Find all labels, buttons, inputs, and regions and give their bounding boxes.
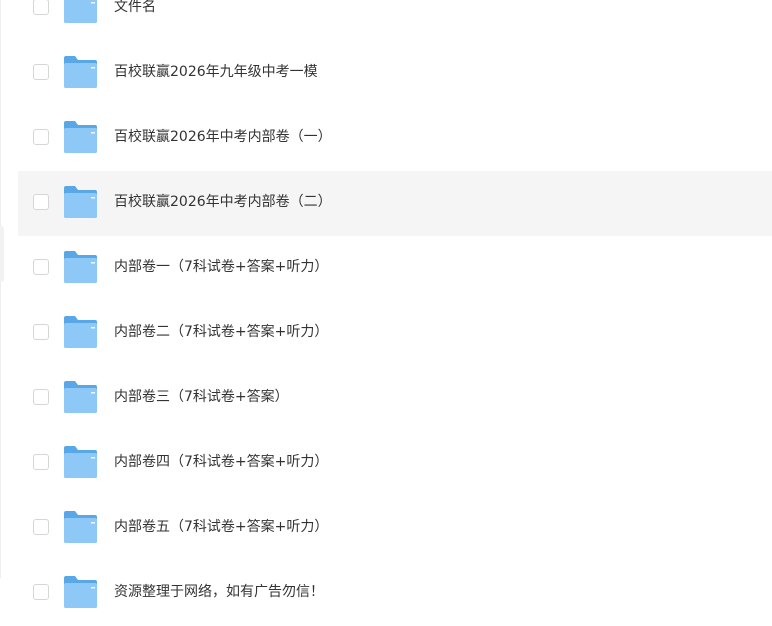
- folder-icon: [62, 445, 99, 479]
- file-row[interactable]: 内部卷四（7科试卷+答案+听力）: [18, 431, 772, 496]
- file-row[interactable]: 内部卷三（7科试卷+答案）: [18, 366, 772, 431]
- file-name[interactable]: 内部卷五（7科试卷+答案+听力）: [114, 516, 328, 538]
- row-checkbox[interactable]: [33, 129, 49, 145]
- file-name[interactable]: 百校联赢2026年中考内部卷（二）: [114, 191, 332, 213]
- file-row[interactable]: 百校联赢2026年中考内部卷（一）: [18, 106, 772, 171]
- file-name[interactable]: 文件名: [114, 0, 156, 18]
- folder-icon: [62, 380, 99, 414]
- folder-icon: [62, 250, 99, 284]
- file-row[interactable]: 百校联赢2026年中考内部卷（二）: [18, 171, 772, 236]
- row-checkbox[interactable]: [33, 324, 49, 340]
- row-checkbox[interactable]: [33, 259, 49, 275]
- file-row[interactable]: 内部卷一（7科试卷+答案+听力）: [18, 236, 772, 301]
- file-list: 文件名 百校联赢2026年九年级中考一模 百校联赢2026年中考内部卷（一） 百…: [18, 0, 772, 626]
- file-name[interactable]: 内部卷四（7科试卷+答案+听力）: [114, 451, 328, 473]
- file-row[interactable]: 内部卷五（7科试卷+答案+听力）: [18, 496, 772, 561]
- folder-icon: [62, 55, 99, 89]
- row-checkbox[interactable]: [33, 64, 49, 80]
- row-checkbox[interactable]: [33, 0, 49, 15]
- folder-icon: [62, 185, 99, 219]
- row-checkbox[interactable]: [33, 389, 49, 405]
- row-checkbox[interactable]: [33, 454, 49, 470]
- row-checkbox[interactable]: [33, 194, 49, 210]
- file-name[interactable]: 资源整理于网络，如有广告勿信！: [114, 581, 324, 603]
- folder-icon: [62, 315, 99, 349]
- row-checkbox[interactable]: [33, 584, 49, 600]
- file-row[interactable]: 百校联赢2026年九年级中考一模: [18, 41, 772, 106]
- folder-icon: [62, 510, 99, 544]
- file-row[interactable]: 资源整理于网络，如有广告勿信！: [18, 561, 772, 626]
- folder-icon: [62, 0, 99, 24]
- file-name[interactable]: 百校联赢2026年九年级中考一模: [114, 61, 318, 83]
- folder-icon: [62, 120, 99, 154]
- file-name[interactable]: 百校联赢2026年中考内部卷（一）: [114, 126, 332, 148]
- row-checkbox[interactable]: [33, 519, 49, 535]
- left-divider: [0, 0, 1, 578]
- file-name[interactable]: 内部卷一（7科试卷+答案+听力）: [114, 256, 328, 278]
- file-row[interactable]: 内部卷二（7科试卷+答案+听力）: [18, 301, 772, 366]
- file-row[interactable]: 文件名: [18, 0, 772, 41]
- folder-icon: [62, 575, 99, 609]
- file-name[interactable]: 内部卷三（7科试卷+答案）: [114, 386, 289, 408]
- sidebar-collapse-handle[interactable]: [0, 226, 4, 282]
- file-name[interactable]: 内部卷二（7科试卷+答案+听力）: [114, 321, 328, 343]
